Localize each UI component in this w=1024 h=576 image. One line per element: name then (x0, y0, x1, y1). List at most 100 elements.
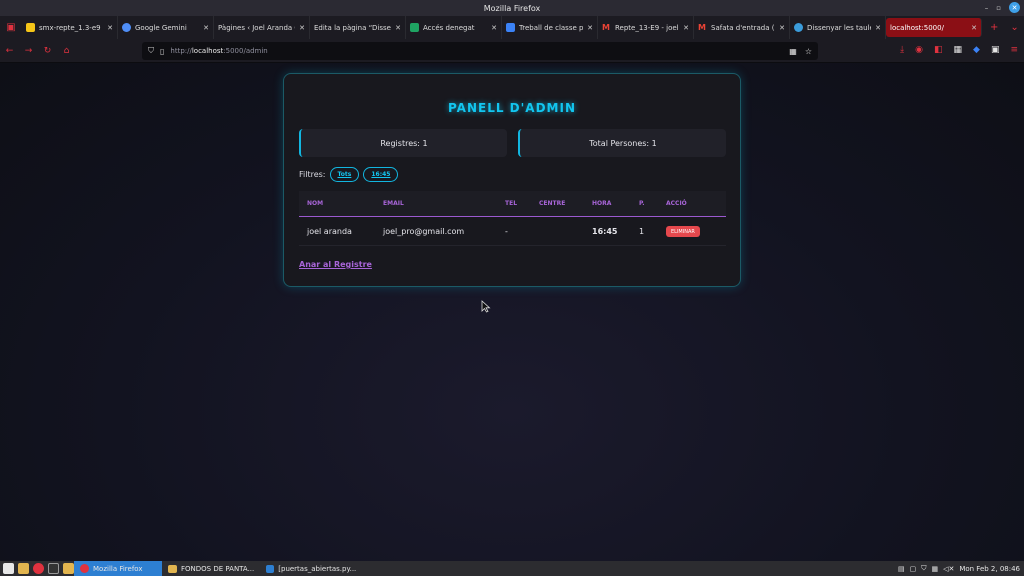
column-header: TEL (505, 200, 518, 207)
gemini-icon (122, 23, 131, 32)
column-header: EMAIL (383, 200, 404, 207)
tab-repte-gmail[interactable]: M Repte_13-E9 - joel.a ✕ (598, 16, 694, 39)
tab-label: Repte_13-E9 - joel.a (615, 23, 680, 32)
table-header: NOM EMAIL TEL CENTRE HORA P. ACCIÓ (299, 191, 726, 217)
tab-close-icon[interactable]: ✕ (107, 24, 113, 32)
shield-icon[interactable]: ⛉ (148, 46, 154, 56)
taskbar-firefox[interactable]: Mozilla Firefox (74, 561, 162, 576)
cell-tel: - (505, 227, 508, 236)
tab-label: smx-repte_1.3-e9 - / (39, 23, 104, 32)
terminal-icon[interactable] (48, 563, 59, 574)
task-label: [puertas_abiertas.py... (278, 564, 357, 573)
tab-acces-denegat[interactable]: Accés denegat ✕ (406, 16, 502, 39)
close-window-icon[interactable]: ✕ (1009, 2, 1020, 13)
network-icon[interactable]: ▦ (931, 565, 938, 573)
window-title: Mozilla Firefox (483, 3, 541, 13)
new-tab-icon[interactable]: + (990, 22, 998, 33)
cell-email: joel_pro@gmail.com (383, 227, 465, 236)
tab-localhost[interactable]: localhost:5000/ ✕ (886, 18, 982, 37)
vscode-icon (266, 564, 275, 573)
tab-treball-classe[interactable]: Treball de classe per ✕ (502, 16, 598, 39)
qr-code-icon[interactable]: ▦ (789, 47, 797, 56)
extension-shield-icon[interactable]: ◆ (973, 45, 980, 55)
tab-close-icon[interactable]: ✕ (491, 24, 497, 32)
maximize-icon[interactable]: ▫ (996, 4, 1001, 12)
folder-icon (168, 564, 177, 573)
extension-new-icon[interactable]: ▣ (991, 45, 1000, 55)
tab-safata-entrada[interactable]: M Safata d'entrada (6) ✕ (694, 16, 790, 39)
extensions-icon[interactable]: ▦ (954, 45, 963, 55)
tab-close-icon[interactable]: ✕ (395, 24, 401, 32)
cell-nom: joel aranda (307, 227, 352, 236)
task-label: FONDOS DE PANTA... (181, 564, 255, 573)
firefox-icon[interactable] (33, 563, 44, 574)
column-header: NOM (307, 200, 324, 207)
tab-close-icon[interactable]: ✕ (779, 24, 785, 32)
sheets-icon (410, 23, 419, 32)
url-bar[interactable]: ⛉ ▯ http://localhost:5000/admin ▦ ☆ (142, 42, 818, 60)
forward-icon[interactable]: → (19, 46, 38, 56)
clipboard-icon[interactable]: ▤ (898, 565, 905, 573)
window-controls: – ▫ ✕ (985, 2, 1020, 13)
back-to-register-link[interactable]: Anar al Registre (299, 260, 372, 269)
column-header: P. (639, 200, 645, 207)
tab-close-icon[interactable]: ✕ (587, 24, 593, 32)
tab-close-icon[interactable]: ✕ (971, 24, 977, 32)
column-header: CENTRE (539, 200, 566, 207)
reload-icon[interactable]: ↻ (38, 46, 57, 56)
clock[interactable]: Mon Feb 2, 08:46 (959, 565, 1020, 573)
tab-close-icon[interactable]: ✕ (875, 24, 881, 32)
cell-hora: 16:45 (592, 227, 618, 236)
navigation-bar: ← → ↻ ⌂ ⛉ ▯ http://localhost:5000/admin … (0, 39, 1024, 63)
filter-time-chip[interactable]: 16:45 (363, 167, 399, 182)
delete-button[interactable]: ELIMINAR (666, 226, 700, 237)
taskbar-vscode[interactable]: [puertas_abiertas.py... (260, 561, 362, 576)
files-icon[interactable] (18, 563, 29, 574)
tab-label: Pàgines ‹ Joel Aranda C (218, 23, 296, 32)
bookmark-star-icon[interactable]: ☆ (805, 47, 812, 56)
tab-label: Dissenyar les taules (807, 23, 872, 32)
firefox-icon (80, 564, 89, 573)
filter-all-chip[interactable]: Tots (329, 167, 360, 182)
tab-close-icon[interactable]: ✕ (683, 24, 689, 32)
tab-pagines[interactable]: Pàgines ‹ Joel Aranda C ✕ (214, 16, 310, 39)
page-viewport: PANELL D'ADMIN Registres: 1 Total Person… (0, 63, 1024, 561)
volume-muted-icon[interactable]: ◁✕ (943, 565, 954, 573)
page-icon: ▯ (160, 46, 165, 56)
taskbar: Mozilla Firefox FONDOS DE PANTA... [puer… (0, 561, 1024, 576)
window-titlebar: Mozilla Firefox – ▫ ✕ (0, 0, 1024, 16)
tab-bar: ▣ smx-repte_1.3-e9 - / ✕ Google Gemini ✕… (0, 16, 1024, 39)
tab-google-gemini[interactable]: Google Gemini ✕ (118, 16, 214, 39)
classroom-icon (506, 23, 515, 32)
table-row: joel aranda joel_pro@gmail.com - 16:45 1… (299, 217, 726, 246)
start-menu-icon[interactable] (3, 563, 14, 574)
pocket-icon[interactable]: ◧ (934, 45, 943, 55)
keyboard-icon[interactable]: ▢ (910, 565, 917, 573)
records-table: NOM EMAIL TEL CENTRE HORA P. ACCIÓ joel … (299, 191, 726, 246)
tab-label: Accés denegat (423, 23, 475, 32)
minimize-icon[interactable]: – (985, 4, 989, 12)
back-icon[interactable]: ← (0, 46, 19, 56)
menu-icon[interactable]: ≡ (1010, 45, 1018, 55)
firefox-view-icon[interactable]: ▣ (0, 16, 22, 39)
tab-edita-pagina[interactable]: Edita la pàgina “Disseny ✕ (310, 16, 406, 39)
tab-close-icon[interactable]: ✕ (299, 24, 305, 32)
shield-tray-icon[interactable]: ⛉ (921, 564, 926, 573)
account-icon[interactable]: ◉ (915, 45, 923, 55)
taskbar-fondos[interactable]: FONDOS DE PANTA... (162, 561, 260, 576)
tab-dissenyar-taules[interactable]: Dissenyar les taules ✕ (790, 16, 886, 39)
download-icon[interactable]: ⤓ (900, 45, 904, 55)
tab-favicon-icon (26, 23, 35, 32)
tab-label: localhost:5000/ (890, 23, 944, 32)
folder-icon[interactable] (63, 563, 74, 574)
stat-total-people: Total Persones: 1 (518, 129, 726, 157)
tab-label: Safata d'entrada (6) (711, 23, 776, 32)
tab-close-icon[interactable]: ✕ (203, 24, 209, 32)
tab-list-chevron-icon[interactable]: ⌄ (1010, 22, 1018, 33)
filters-label: Filtres: (299, 170, 326, 179)
tab-smx-repte[interactable]: smx-repte_1.3-e9 - / ✕ (22, 16, 118, 39)
url-text[interactable]: http://localhost:5000/admin (170, 47, 267, 55)
home-icon[interactable]: ⌂ (57, 46, 76, 56)
mouse-cursor-icon (481, 300, 491, 313)
filters: Filtres: Tots 16:45 (299, 167, 399, 182)
